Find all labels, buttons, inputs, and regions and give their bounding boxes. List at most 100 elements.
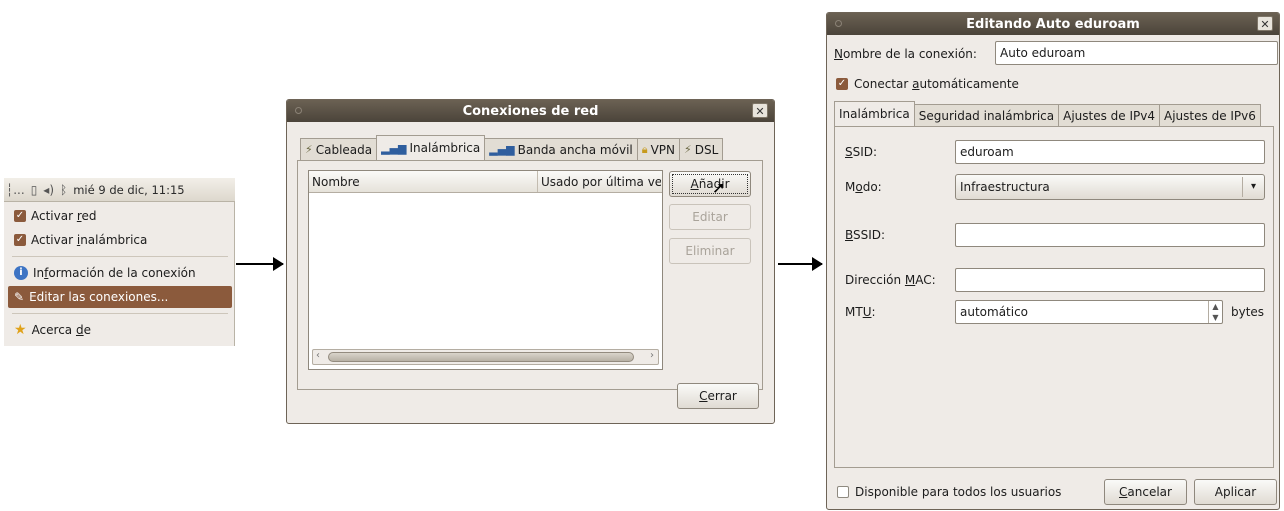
menu-item-enable-network[interactable]: ✓ Activar red — [8, 205, 232, 227]
menu-item-label: Activar inalámbrica — [31, 233, 148, 247]
panel-menu-screenshot: ┆... ▯ ◂) ᛒ mié 9 de dic, 11:15 ✓ Activa… — [4, 178, 235, 346]
mouse-cursor-icon: ➚ — [712, 178, 726, 197]
checkbox-checked-icon: ✓ — [14, 210, 26, 222]
ssid-label: SSID: — [845, 145, 878, 159]
edit-connection-dialog: Editando Auto eduroam ✕ Nombre de la con… — [826, 12, 1280, 510]
clock[interactable]: mié 9 de dic, 11:15 — [73, 183, 184, 197]
button-label: Editar — [692, 210, 728, 224]
menu-item-label: Activar red — [31, 209, 97, 223]
connection-name-input[interactable]: Auto eduroam — [995, 41, 1278, 65]
battery-icon[interactable]: ▯ — [31, 183, 38, 197]
network-connections-window: Conexiones de red ✕ ⚡ Cableada ▂▄▆ Inalámb… — [286, 99, 775, 424]
column-divider[interactable] — [537, 171, 538, 192]
tab-label: Inalámbrica — [409, 141, 481, 155]
top-panel: ┆... ▯ ◂) ᛒ mié 9 de dic, 11:15 — [4, 178, 235, 202]
menu-item-enable-wireless[interactable]: ✓ Activar inalámbrica — [8, 229, 232, 251]
ssid-input[interactable]: eduroam — [955, 140, 1265, 164]
bluetooth-icon[interactable]: ᛒ — [60, 183, 67, 197]
window-title: Editando Auto eduroam — [966, 16, 1140, 32]
arrow-right-icon — [236, 257, 284, 271]
tab-label: DSL — [694, 142, 719, 157]
mobile-signal-icon: ▂▄▆ — [489, 143, 515, 156]
button-label: Cerrar — [699, 389, 737, 403]
tab-ipv4-settings[interactable]: Ajustes de IPv4 — [1058, 104, 1161, 126]
tab-label: Ajustes de IPv6 — [1164, 108, 1256, 123]
tab-vpn[interactable]: 🔒︎ VPN — [636, 138, 681, 160]
checkbox-checked-icon: ✓ — [14, 234, 26, 246]
add-button[interactable]: Añadir — [669, 171, 751, 197]
tab-wireless[interactable]: Inalámbrica — [834, 101, 915, 126]
mtu-unit-label: bytes — [1231, 305, 1265, 319]
mac-address-input[interactable] — [955, 268, 1265, 292]
button-label: Eliminar — [685, 244, 735, 258]
spin-arrows-icon[interactable]: ▲ ▼ — [1208, 301, 1222, 323]
arrow-right-icon — [778, 257, 823, 271]
tab-label: Seguridad inalámbrica — [918, 108, 1055, 123]
titlebar: Conexiones de red ✕ — [287, 100, 774, 122]
field-value: automático — [960, 305, 1029, 319]
tab-label: Inalámbrica — [839, 107, 910, 121]
wired-icon: ⚡ — [684, 143, 692, 156]
bssid-input[interactable] — [955, 223, 1265, 247]
column-header-name[interactable]: Nombre — [312, 175, 360, 189]
menu-separator — [12, 313, 228, 314]
checkbox-label: Disponible para todos los usuarios — [855, 485, 1062, 499]
tab-wireless[interactable]: ▂▄▆ Inalámbrica — [376, 135, 486, 160]
apply-button[interactable]: Aplicar — [1194, 479, 1277, 505]
field-value: Auto eduroam — [1000, 46, 1086, 60]
volume-icon[interactable]: ◂) — [43, 183, 54, 197]
tab-ipv6-settings[interactable]: Ajustes de IPv6 — [1159, 104, 1261, 126]
menu-item-label: Acerca de — [31, 323, 91, 337]
cancel-button[interactable]: Cancelar — [1104, 479, 1187, 505]
column-header-last-used[interactable]: Usado por última ve — [541, 175, 661, 189]
settings-tabs: Inalámbrica Seguridad inalámbrica Ajuste… — [834, 101, 1261, 126]
close-icon[interactable]: ✕ — [1257, 16, 1273, 31]
menu-item-connection-info[interactable]: i Información de la conexión — [8, 262, 232, 284]
horizontal-scrollbar[interactable]: ‹ › — [312, 349, 659, 365]
mac-address-label: Dirección MAC: — [845, 273, 936, 287]
network-tray-icon[interactable]: ┆... — [6, 183, 25, 197]
button-label: Aplicar — [1214, 485, 1257, 499]
menu-item-label: Información de la conexión — [33, 266, 196, 280]
scrollbar-thumb[interactable] — [328, 352, 634, 362]
tab-wireless-security[interactable]: Seguridad inalámbrica — [913, 104, 1060, 126]
mtu-label: MTU: — [845, 305, 876, 319]
field-value: eduroam — [960, 145, 1014, 159]
edit-button[interactable]: Editar — [669, 204, 751, 230]
menu-separator — [12, 256, 228, 257]
star-icon: ★ — [14, 322, 27, 338]
close-button[interactable]: Cerrar — [677, 383, 759, 409]
pencil-icon: ✎ — [14, 290, 25, 304]
close-icon[interactable]: ✕ — [752, 103, 768, 118]
network-tray-dots: ... — [13, 182, 25, 197]
mtu-spinbutton[interactable]: automático ▲ ▼ — [955, 300, 1223, 324]
connections-list[interactable]: Nombre Usado por última ve ‹ › — [308, 170, 663, 370]
all-users-checkbox[interactable]: ✓ Disponible para todos los usuarios — [837, 485, 1061, 499]
scroll-left-icon[interactable]: ‹ — [316, 350, 320, 361]
connection-type-tabs: ⚡ Cableada ▂▄▆ Inalámbrica ▂▄▆ Banda ancha … — [300, 135, 724, 160]
checkbox-unchecked-icon: ✓ — [837, 486, 849, 498]
mode-label: Modo: — [845, 180, 882, 194]
tab-label: Banda ancha móvil — [517, 142, 633, 157]
titlebar: Editando Auto eduroam ✕ — [827, 13, 1279, 35]
tab-wired[interactable]: ⚡ Cableada — [300, 138, 378, 160]
scroll-right-icon[interactable]: › — [650, 350, 654, 361]
mode-select[interactable]: Infraestructura ▾ — [955, 174, 1265, 200]
tab-mobile-broadband[interactable]: ▂▄▆ Banda ancha móvil — [484, 138, 638, 160]
tab-label: Ajustes de IPv4 — [1063, 108, 1156, 123]
menu-item-edit-connections[interactable]: ✎ Editar las conexiones... — [8, 286, 232, 308]
chevron-down-icon: ▾ — [1242, 177, 1264, 197]
select-value: Infraestructura — [960, 180, 1050, 194]
checkbox-checked-icon: ✓ — [836, 78, 848, 90]
window-menu-icon[interactable] — [835, 20, 842, 27]
delete-button[interactable]: Eliminar — [669, 238, 751, 264]
tab-dsl[interactable]: ⚡ DSL — [679, 138, 724, 160]
bssid-label: BSSID: — [845, 228, 886, 242]
menu-item-about[interactable]: ★ Acerca de — [8, 319, 232, 341]
info-icon: i — [14, 266, 28, 280]
autoconnect-checkbox[interactable]: ✓ Conectar automáticamente — [836, 77, 1019, 91]
window-menu-icon[interactable] — [295, 107, 302, 114]
menu-item-label: Editar las conexiones... — [29, 290, 169, 304]
button-label: Cancelar — [1119, 485, 1172, 499]
wired-icon: ⚡ — [305, 143, 313, 156]
